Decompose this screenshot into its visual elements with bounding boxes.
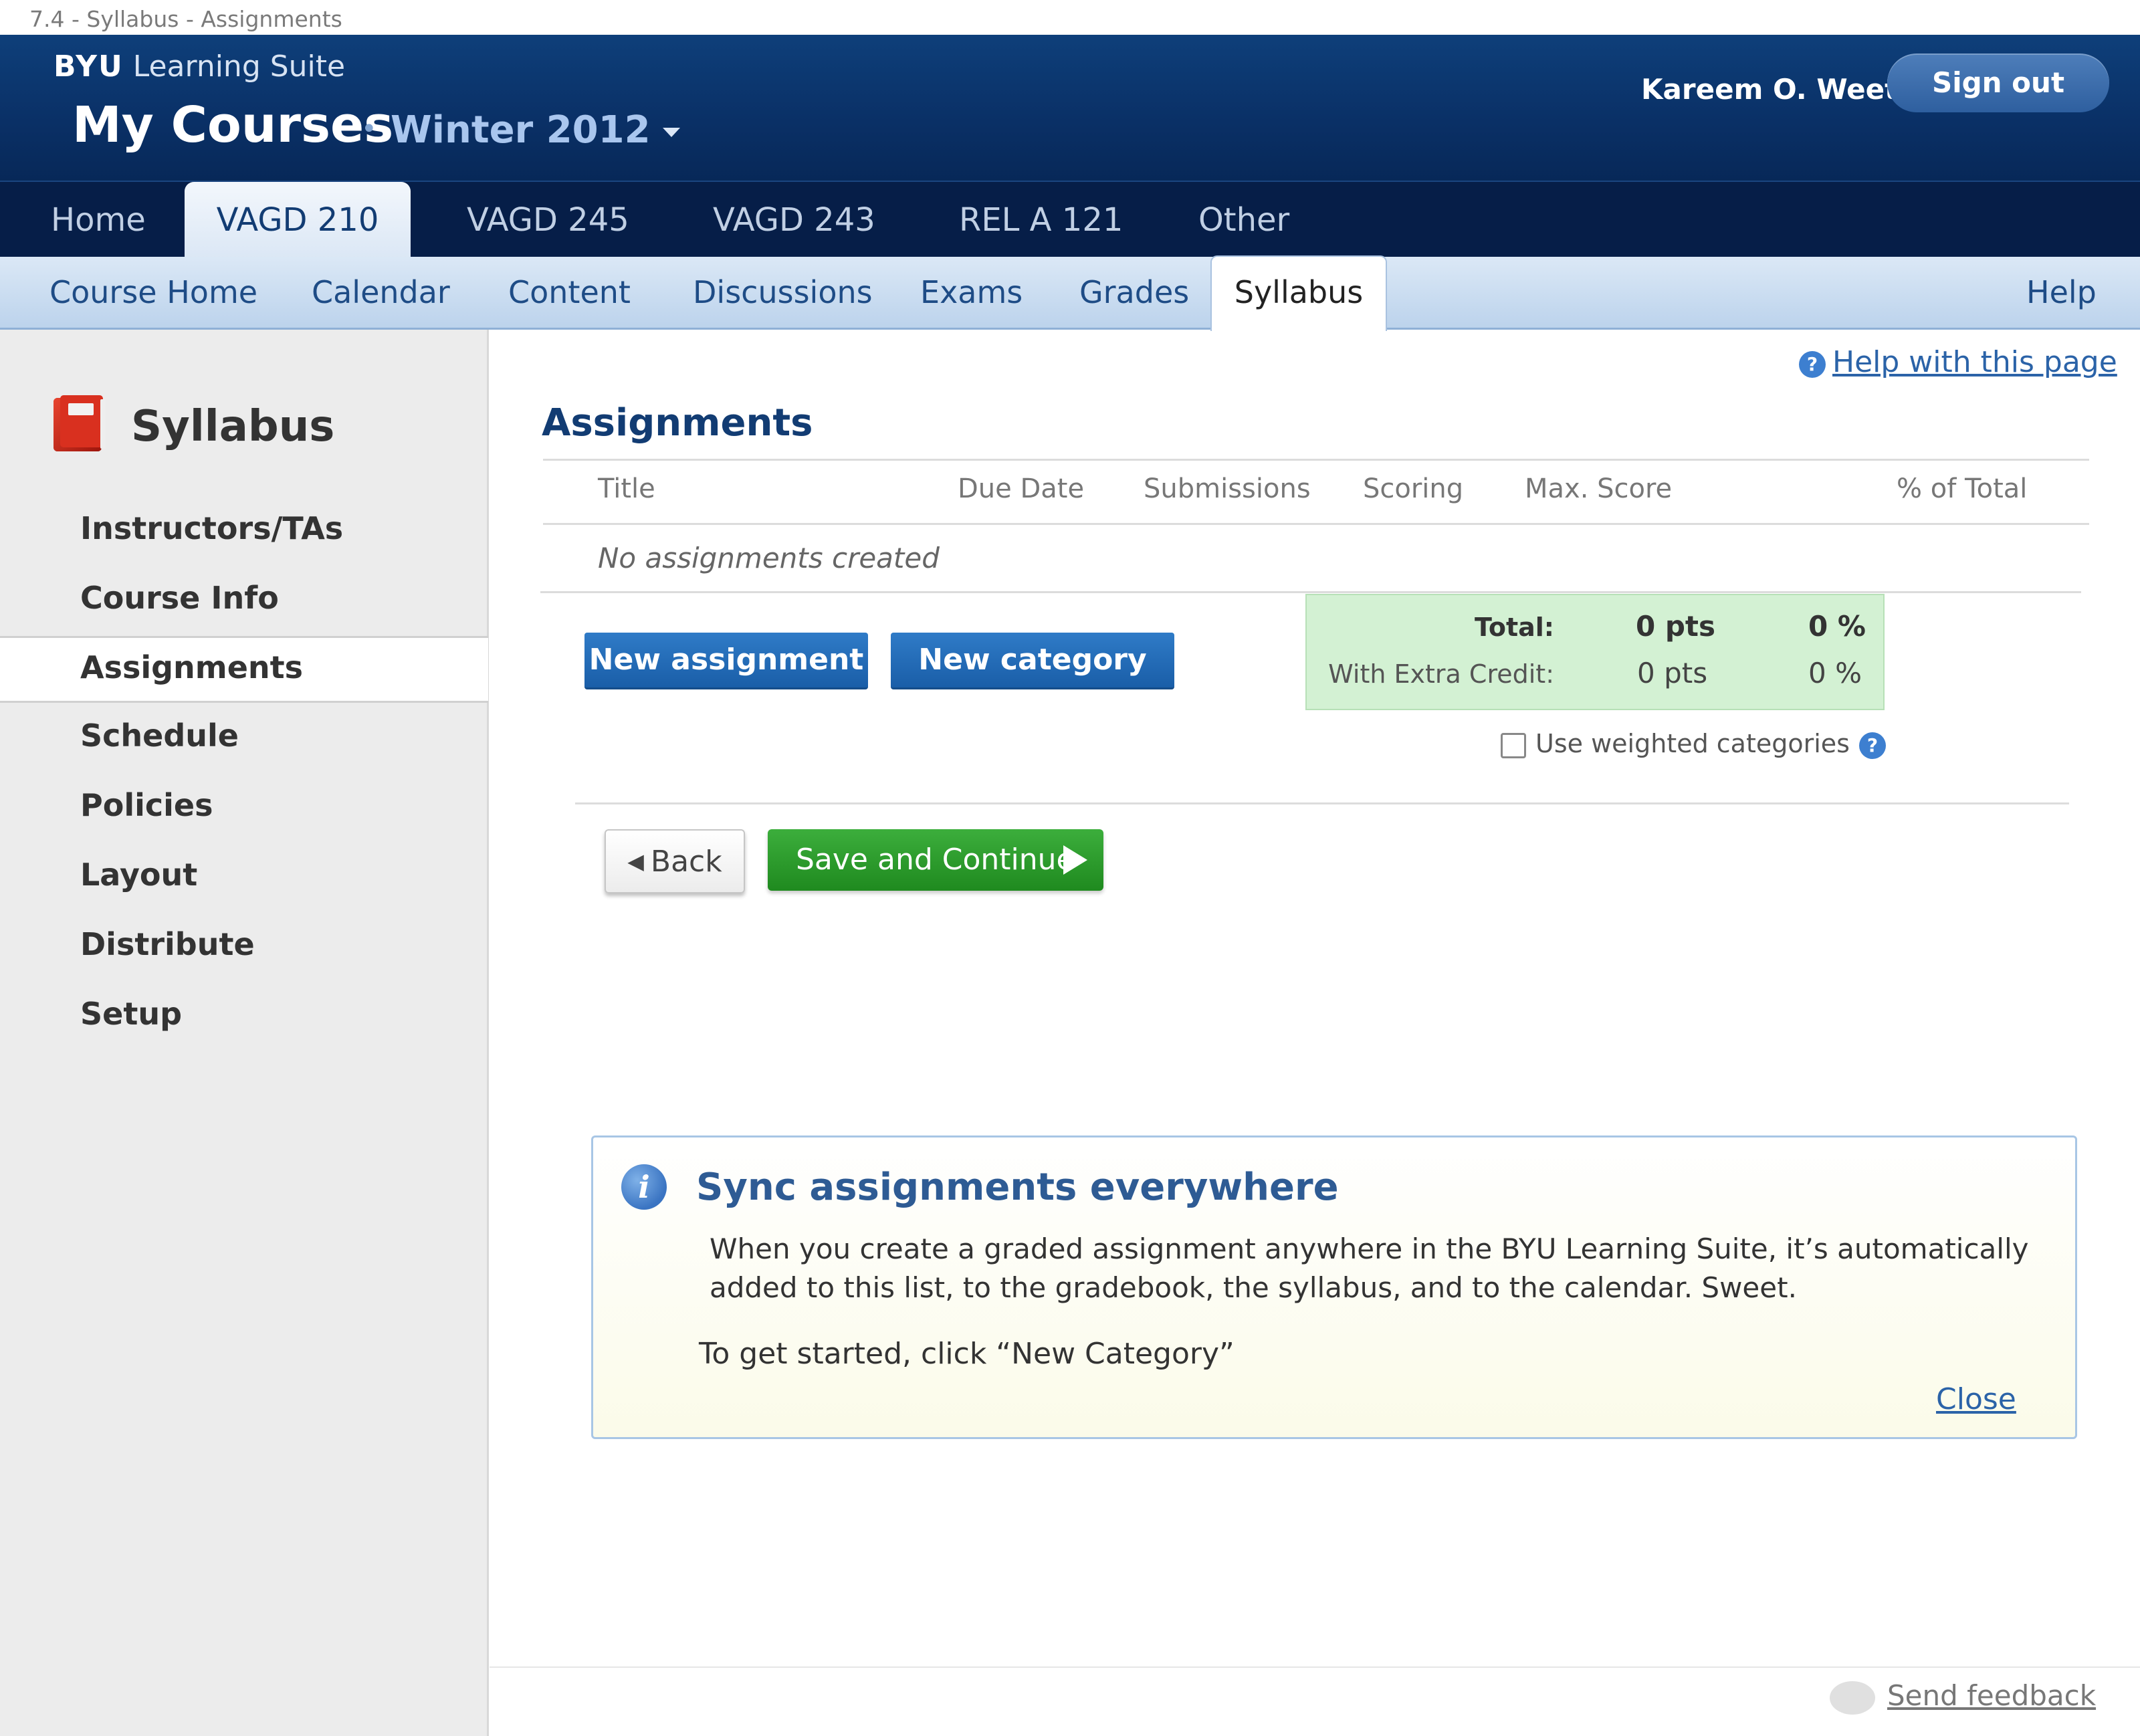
- info-icon: i: [621, 1164, 667, 1210]
- extra-credit-points: 0 pts: [1637, 657, 1708, 689]
- new-assignment-button[interactable]: New assignment: [584, 633, 868, 689]
- save-and-continue-label: Save and Continue: [796, 843, 1075, 877]
- save-and-continue-button[interactable]: Save and Continue: [768, 829, 1103, 891]
- term-selector[interactable]: Winter 2012: [391, 108, 680, 152]
- brand-logo[interactable]: BYU Learning Suite: [54, 49, 345, 84]
- subnav-content[interactable]: Content: [508, 257, 631, 328]
- help-icon[interactable]: ?: [1858, 732, 1886, 759]
- sign-out-button[interactable]: Sign out: [1887, 53, 2109, 112]
- column-header-max-score[interactable]: Max. Score: [1525, 473, 1672, 504]
- term-label: Winter 2012: [391, 108, 651, 152]
- subnav-help[interactable]: Help: [2026, 257, 2097, 328]
- total-label: Total:: [1474, 613, 1554, 642]
- info-call-to-action: To get started, click “New Category”: [699, 1337, 1235, 1371]
- back-arrow-icon: ◀: [627, 849, 644, 874]
- page-caption: 7.4 - Syllabus - Assignments: [29, 6, 342, 32]
- tab-rel-a-121[interactable]: REL A 121: [959, 182, 1123, 258]
- back-label: Back: [650, 845, 722, 879]
- extra-credit-percent: 0 %: [1808, 657, 1862, 689]
- help-icon: ?: [1799, 351, 1826, 378]
- tab-vagd-245[interactable]: VAGD 245: [467, 182, 629, 258]
- separator-dot: •: [361, 114, 377, 144]
- weighted-categories-checkbox[interactable]: [1501, 732, 1526, 758]
- subnav-course-home[interactable]: Course Home: [49, 257, 257, 328]
- column-header-percent-total[interactable]: % of Total: [1897, 473, 2027, 504]
- divider: [540, 591, 2081, 593]
- page-title: My Courses: [72, 96, 394, 154]
- empty-state-text: No assignments created: [598, 542, 940, 574]
- caret-down-icon: [662, 127, 680, 137]
- sidebar-item-policies[interactable]: Policies: [80, 787, 213, 823]
- info-title: Sync assignments everywhere: [696, 1166, 1339, 1209]
- column-header-title[interactable]: Title: [598, 473, 655, 504]
- subnav-exams[interactable]: Exams: [920, 257, 1023, 328]
- sidebar-item-schedule[interactable]: Schedule: [80, 718, 239, 754]
- totals-summary: Total: 0 pts 0 % With Extra Credit: 0 pt…: [1305, 594, 1885, 710]
- subnav-discussions[interactable]: Discussions: [693, 257, 873, 328]
- sidebar-item-assignments[interactable]: Assignments: [80, 649, 303, 685]
- total-percent: 0 %: [1808, 610, 1866, 643]
- course-tabs: Home VAGD 210 VAGD 245 VAGD 243 REL A 12…: [0, 181, 2140, 258]
- brand-learning-suite: Learning Suite: [132, 49, 346, 84]
- divider: [543, 523, 2089, 525]
- section-title: Assignments: [542, 401, 813, 445]
- weighted-categories-option: Use weighted categories?: [1501, 729, 1886, 759]
- tab-vagd-243[interactable]: VAGD 243: [713, 182, 875, 258]
- subnav-calendar[interactable]: Calendar: [312, 257, 450, 328]
- info-body: When you create a graded assignment anyw…: [710, 1232, 2029, 1304]
- brand-byu: BYU: [54, 49, 124, 84]
- sidebar-item-course-info[interactable]: Course Info: [80, 580, 279, 616]
- tab-other[interactable]: Other: [1198, 182, 1289, 258]
- user-name: Kareem O. Weet: [1641, 73, 1899, 106]
- footer-divider: [490, 1666, 2140, 1668]
- back-button[interactable]: ◀ Back: [605, 829, 745, 893]
- info-panel: i Sync assignments everywhere When you c…: [591, 1135, 2077, 1439]
- tab-vagd-210[interactable]: VAGD 210: [185, 182, 411, 258]
- speech-bubble-icon: [1830, 1680, 1875, 1715]
- divider: [543, 459, 2089, 461]
- subnav-grades[interactable]: Grades: [1079, 257, 1189, 328]
- tab-home[interactable]: Home: [51, 182, 146, 258]
- new-category-button[interactable]: New category: [891, 633, 1174, 689]
- sidebar: Syllabus Instructors/TAs Course Info Ass…: [0, 330, 489, 1736]
- subnav-syllabus[interactable]: Syllabus: [1210, 255, 1387, 331]
- divider: [575, 802, 2069, 804]
- extra-credit-label: With Extra Credit:: [1328, 659, 1554, 689]
- help-with-page-link[interactable]: ? Help with this page: [1799, 345, 2117, 379]
- sidebar-item-instructors[interactable]: Instructors/TAs: [80, 510, 343, 546]
- close-link[interactable]: Close: [1936, 1382, 2016, 1416]
- column-header-due-date[interactable]: Due Date: [958, 473, 1084, 504]
- column-header-scoring[interactable]: Scoring: [1363, 473, 1463, 504]
- help-link-label: Help with this page: [1832, 345, 2117, 379]
- sidebar-item-layout[interactable]: Layout: [80, 857, 197, 893]
- send-feedback-label: Send feedback: [1887, 1679, 2097, 1712]
- header: BYU Learning Suite My Courses • Winter 20…: [0, 35, 2140, 181]
- syllabus-book-icon: [54, 395, 106, 451]
- total-points: 0 pts: [1636, 610, 1715, 643]
- sidebar-item-distribute[interactable]: Distribute: [80, 926, 255, 962]
- send-feedback-link[interactable]: Send feedback: [1830, 1677, 2096, 1715]
- play-arrow-icon: [1063, 845, 1087, 875]
- sidebar-item-setup[interactable]: Setup: [80, 996, 182, 1032]
- weighted-categories-label: Use weighted categories: [1535, 729, 1850, 758]
- course-subnav: Course Home Calendar Content Discussions…: [0, 255, 2140, 331]
- sidebar-title: Syllabus: [131, 402, 335, 451]
- column-header-submissions[interactable]: Submissions: [1144, 473, 1311, 504]
